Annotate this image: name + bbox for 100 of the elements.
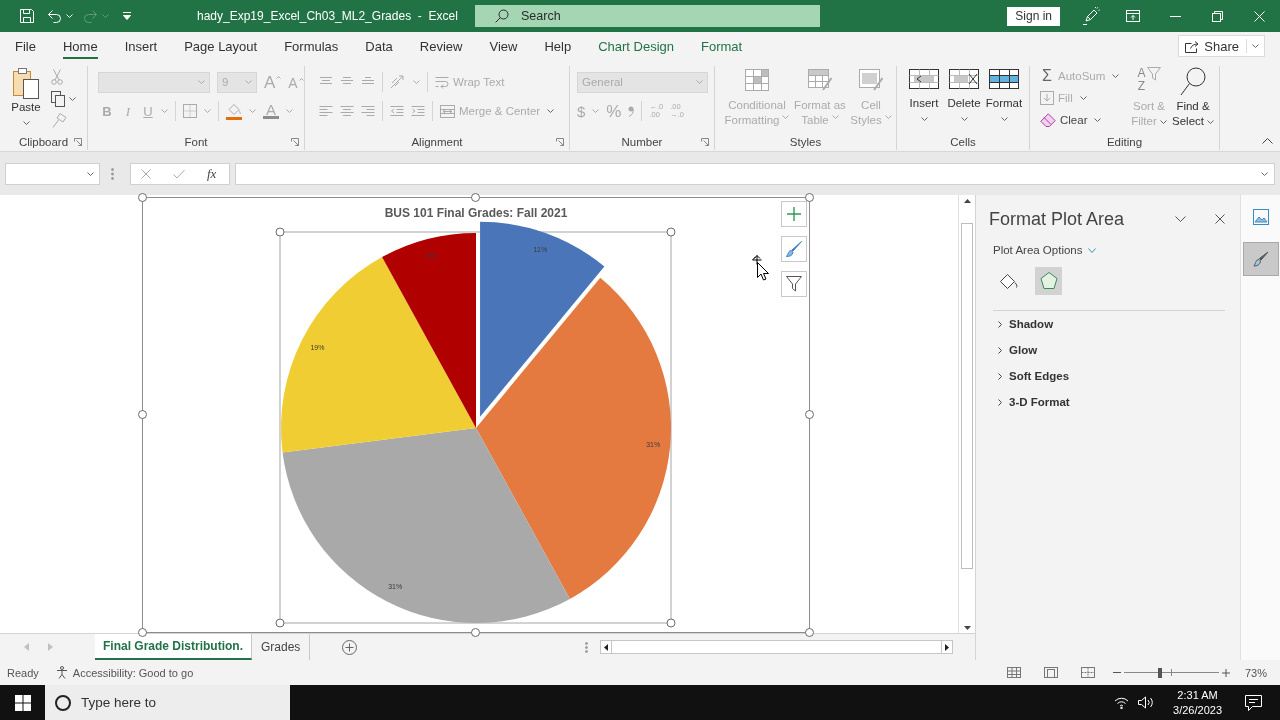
caret-icon[interactable] xyxy=(1000,117,1008,121)
minus-icon[interactable] xyxy=(1112,672,1121,673)
ribbon-tab[interactable]: File xyxy=(15,35,36,59)
find-select-button[interactable]: Find & Select xyxy=(1170,66,1216,134)
clear-button[interactable]: Clear xyxy=(1040,110,1128,130)
save-icon[interactable] xyxy=(19,8,35,24)
right-arrow-icon[interactable] xyxy=(945,643,949,651)
ribbon-tab[interactable]: View xyxy=(489,35,518,59)
page-break-icon[interactable] xyxy=(1080,667,1095,678)
pane-title: Format Plot Area xyxy=(989,208,1126,230)
ribbon-tab[interactable]: Review xyxy=(419,35,463,59)
left-arrow-icon[interactable] xyxy=(604,643,608,651)
insert-button[interactable]: Insert xyxy=(904,66,944,134)
resize-handle[interactable] xyxy=(666,618,676,628)
close-icon[interactable] xyxy=(1215,214,1225,224)
plus-icon[interactable] xyxy=(1221,668,1230,677)
undo-icon[interactable] xyxy=(47,9,62,23)
caret-icon[interactable] xyxy=(1252,44,1259,48)
caret-icon[interactable] xyxy=(69,97,76,101)
taskbar-clock[interactable]: 2:31 AM 3/26/2023 xyxy=(1173,687,1222,718)
resize-handle[interactable] xyxy=(138,193,147,202)
sheet-tab[interactable]: Final Grade Distribution. xyxy=(95,634,252,660)
pie-slice[interactable] xyxy=(382,233,476,428)
section-header[interactable]: Soft Edges xyxy=(989,363,1225,389)
customize-icon[interactable] xyxy=(122,12,132,20)
ribbon-tab[interactable]: Help xyxy=(544,35,572,59)
add-sheet-icon[interactable] xyxy=(342,639,358,655)
chevron-up-icon[interactable] xyxy=(1262,138,1273,144)
pen-icon[interactable] xyxy=(1082,7,1100,25)
status-text: Ready xyxy=(7,666,39,679)
slider-thumb[interactable] xyxy=(1158,667,1163,678)
formula-input[interactable] xyxy=(235,162,1275,185)
chart-elements-button[interactable] xyxy=(781,201,807,227)
dialog-launcher-icon[interactable] xyxy=(701,138,709,146)
zoom-level[interactable]: 73% xyxy=(1244,666,1267,679)
ribbon-tab[interactable]: Insert xyxy=(124,35,158,59)
format-button[interactable]: Format xyxy=(984,66,1024,134)
paste-button[interactable]: Paste xyxy=(9,66,43,134)
share-button[interactable]: Share xyxy=(1178,35,1265,57)
vertical-dots-icon[interactable] xyxy=(585,641,588,653)
caret-icon[interactable] xyxy=(22,121,30,125)
resize-handle[interactable] xyxy=(805,410,814,419)
copy-icon[interactable] xyxy=(51,91,65,107)
taskbar-search-field[interactable]: Type here to xyxy=(45,685,290,720)
speaker-icon[interactable] xyxy=(1138,696,1155,709)
dialog-launcher-icon[interactable] xyxy=(556,138,564,146)
horizontal-scrollbar[interactable] xyxy=(600,640,953,654)
format-cells-icon xyxy=(989,69,1019,89)
up-arrow-icon[interactable] xyxy=(963,199,971,203)
dialog-launcher-icon[interactable] xyxy=(291,138,299,146)
magnifier-icon xyxy=(1180,67,1206,97)
caret-icon[interactable] xyxy=(1207,119,1214,124)
fill-down-icon xyxy=(1040,91,1054,105)
options-dropdown[interactable]: Plot Area Options xyxy=(993,241,1096,259)
page-layout-icon[interactable] xyxy=(1043,667,1058,678)
caret-icon[interactable] xyxy=(920,117,928,121)
funnel-icon xyxy=(1146,67,1161,81)
down-arrow-icon[interactable] xyxy=(963,626,971,630)
vertical-scrollbar[interactable] xyxy=(958,195,975,633)
side-tab[interactable] xyxy=(1242,242,1279,276)
resize-handle[interactable] xyxy=(138,410,147,419)
section-header[interactable]: 3-D Format xyxy=(989,389,1225,415)
section-header[interactable]: Glow xyxy=(989,337,1225,363)
ribbon-tab[interactable]: Format xyxy=(701,35,743,59)
ribbon-tab[interactable]: Page Layout xyxy=(184,35,258,59)
delete-button[interactable]: Delete xyxy=(944,66,984,134)
sign-in-button[interactable]: Sign in xyxy=(1007,6,1060,26)
chart-styles-button[interactable] xyxy=(781,236,807,262)
pie-slice[interactable] xyxy=(281,257,476,453)
pie-slice[interactable] xyxy=(476,277,671,599)
insert-function-button[interactable]: fx xyxy=(207,165,217,182)
resize-handle[interactable] xyxy=(275,227,285,237)
ribbon-tab[interactable]: Formulas xyxy=(284,35,339,59)
ribbon-display-icon[interactable] xyxy=(1126,10,1140,22)
notification-icon[interactable] xyxy=(1245,694,1262,711)
accessibility-status[interactable]: Accessibility: Good to go xyxy=(72,666,194,679)
caret-icon[interactable] xyxy=(87,171,94,176)
resize-handle[interactable] xyxy=(666,227,676,237)
restore-icon[interactable] xyxy=(1211,10,1223,22)
chevron-down-icon[interactable] xyxy=(1175,216,1186,222)
section-header[interactable]: Shadow xyxy=(989,311,1225,337)
ribbon-tab[interactable]: Chart Design xyxy=(598,35,675,59)
caret-icon[interactable] xyxy=(960,117,968,121)
search-field[interactable]: Search xyxy=(475,5,820,27)
windows-logo-icon[interactable] xyxy=(14,694,31,711)
wifi-icon[interactable] xyxy=(1114,696,1130,709)
resize-handle[interactable] xyxy=(471,193,480,202)
normal-view-icon[interactable] xyxy=(1006,667,1021,678)
caret-icon[interactable] xyxy=(1094,118,1102,122)
pie-slice[interactable] xyxy=(480,221,605,417)
caret-icon[interactable] xyxy=(1261,171,1268,176)
minimize-icon[interactable] xyxy=(1169,15,1181,17)
ribbon-tab[interactable]: Data xyxy=(365,35,393,59)
resize-handle[interactable] xyxy=(275,618,285,628)
chart-title: BUS 101 Final Grades: Fall 2021 xyxy=(384,206,568,220)
scrollbar-thumb[interactable] xyxy=(961,223,973,569)
scrollbar-thumb[interactable] xyxy=(611,641,942,653)
plot-area-frame[interactable] xyxy=(279,231,672,624)
chart-filters-button[interactable] xyxy=(781,271,807,297)
dialog-launcher-icon[interactable] xyxy=(74,138,82,146)
